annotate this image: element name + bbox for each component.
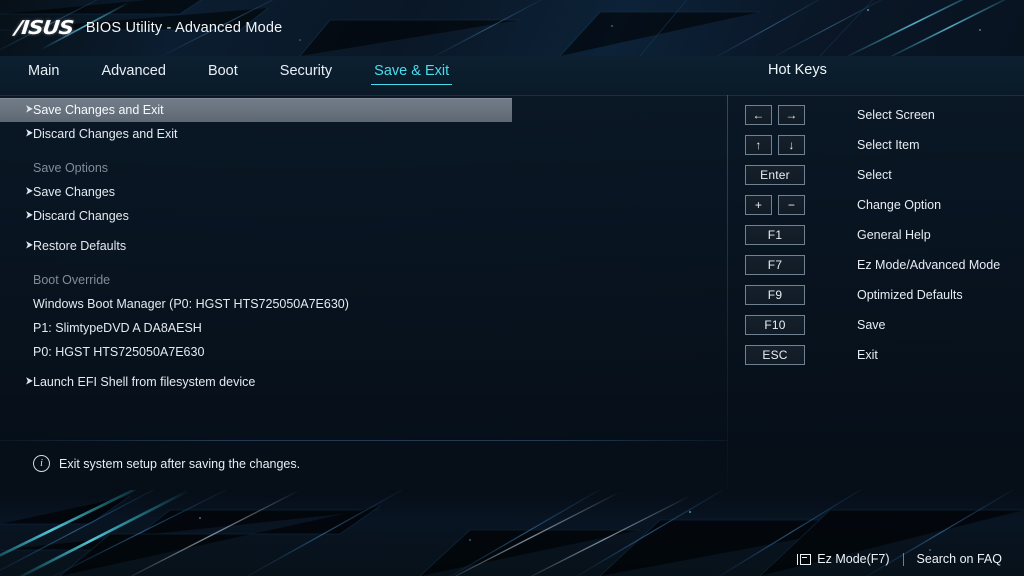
key-arrow-left[interactable]: ←	[745, 105, 772, 125]
hotkey-label: Ez Mode/Advanced Mode	[857, 258, 1001, 272]
key-arrow-right[interactable]: →	[778, 105, 805, 125]
hotkey-row-optimized-defaults: F9 Optimized Defaults	[745, 280, 1015, 310]
hotkey-label: Select Screen	[857, 108, 935, 122]
hotkey-keys: ↑ ↓	[745, 135, 829, 155]
hotkey-row-general-help: F1 General Help	[745, 220, 1015, 250]
menu-section-save-options: Save Options	[0, 156, 727, 180]
hotkey-keys: F9	[745, 285, 829, 305]
menu-item-label: Discard Changes and Exit	[33, 127, 178, 141]
hotkey-row-exit: ESC Exit	[745, 340, 1015, 370]
tab-save-and-exit[interactable]: Save & Exit	[353, 63, 470, 85]
key-esc[interactable]: ESC	[745, 345, 805, 365]
search-on-faq-label: Search on FAQ	[916, 552, 1002, 566]
hotkey-row-ez-mode: F7 Ez Mode/Advanced Mode	[745, 250, 1015, 280]
status-bar: i Exit system setup after saving the cha…	[33, 455, 300, 472]
horizontal-divider	[0, 440, 727, 441]
hotkey-keys: F7	[745, 255, 829, 275]
hotkey-keys: F1	[745, 225, 829, 245]
ez-mode-icon	[796, 553, 812, 565]
hotkey-row-save: F10 Save	[745, 310, 1015, 340]
key-minus[interactable]: −	[778, 195, 805, 215]
menu-item-discard-changes[interactable]: ➤ Discard Changes	[0, 204, 727, 228]
header: /ISUS BIOS Utility - Advanced Mode	[14, 17, 283, 39]
status-text: Exit system setup after saving the chang…	[59, 456, 301, 471]
tab-advanced[interactable]: Advanced	[80, 63, 187, 85]
hotkey-label: Exit	[857, 348, 878, 362]
chevron-right-icon: ➤	[25, 186, 33, 197]
menu-item-label: P1: SlimtypeDVD A DA8AESH	[33, 321, 202, 335]
asus-logo: /ISUS	[13, 17, 75, 39]
ez-mode-label: Ez Mode(F7)	[817, 552, 890, 566]
ez-mode-button[interactable]: Ez Mode(F7)	[796, 552, 890, 566]
menu-item-p1-slimtype-dvd[interactable]: P1: SlimtypeDVD A DA8AESH	[0, 316, 727, 340]
key-arrow-up[interactable]: ↑	[745, 135, 772, 155]
menu-item-label: Launch EFI Shell from filesystem device	[33, 375, 256, 389]
menu-item-p0-hgst-drive[interactable]: P0: HGST HTS725050A7E630	[0, 340, 727, 364]
hotkey-row-select-item: ↑ ↓ Select Item	[745, 130, 1015, 160]
info-icon: i	[33, 455, 50, 472]
vertical-divider	[727, 95, 728, 490]
key-f7[interactable]: F7	[745, 255, 805, 275]
tab-main[interactable]: Main	[28, 63, 80, 85]
menu-item-label: Windows Boot Manager (P0: HGST HTS725050…	[33, 297, 349, 311]
hotkey-label: Change Option	[857, 198, 942, 212]
tab-boot[interactable]: Boot	[187, 63, 259, 85]
hotkey-label: Select	[857, 168, 892, 182]
hotkey-keys: Enter	[745, 165, 829, 185]
hotkey-row-select: Enter Select	[745, 160, 1015, 190]
bios-screen: /ISUS BIOS Utility - Advanced Mode Main …	[0, 0, 1024, 576]
key-arrow-down[interactable]: ↓	[778, 135, 805, 155]
menu-item-launch-efi-shell[interactable]: ➤ Launch EFI Shell from filesystem devic…	[0, 370, 727, 394]
menu-item-windows-boot-manager[interactable]: Windows Boot Manager (P0: HGST HTS725050…	[0, 292, 727, 316]
menu-item-restore-defaults[interactable]: ➤ Restore Defaults	[0, 234, 727, 258]
tab-security[interactable]: Security	[259, 63, 353, 85]
chevron-right-icon: ➤	[25, 240, 33, 251]
footer-separator	[902, 552, 904, 566]
tab-bar: Main Advanced Boot Security Save & Exit	[28, 63, 470, 85]
page-title: BIOS Utility - Advanced Mode	[85, 20, 283, 36]
menu-item-label: Save Changes	[33, 185, 116, 199]
menu-section-label: Boot Override	[33, 273, 111, 287]
footer-actions: Ez Mode(F7) Search on FAQ	[796, 552, 1002, 566]
hotkey-row-select-screen: ← → Select Screen	[745, 100, 1015, 130]
menu-item-label: Restore Defaults	[33, 239, 127, 253]
hot-keys-panel: ← → Select Screen ↑ ↓ Select Item Enter …	[745, 100, 1015, 370]
hotkey-label: Select Item	[857, 138, 920, 152]
menu-item-save-changes-and-exit[interactable]: ➤ Save Changes and Exit	[0, 98, 512, 122]
chevron-right-icon: ➤	[25, 104, 33, 115]
chevron-right-icon: ➤	[25, 376, 33, 387]
key-f9[interactable]: F9	[745, 285, 805, 305]
menu-section-label: Save Options	[33, 161, 109, 175]
hotkey-keys: ← →	[745, 105, 829, 125]
menu-item-save-changes[interactable]: ➤ Save Changes	[0, 180, 727, 204]
menu-item-discard-changes-and-exit[interactable]: ➤ Discard Changes and Exit	[0, 122, 727, 146]
chevron-right-icon: ➤	[25, 128, 33, 139]
key-f10[interactable]: F10	[745, 315, 805, 335]
key-f1[interactable]: F1	[745, 225, 805, 245]
key-plus[interactable]: +	[745, 195, 772, 215]
chevron-right-icon: ➤	[25, 210, 33, 221]
hotkey-keys: F10	[745, 315, 829, 335]
menu-item-label: P0: HGST HTS725050A7E630	[33, 345, 205, 359]
hotkey-label: General Help	[857, 228, 931, 242]
hotkey-label: Optimized Defaults	[857, 288, 963, 302]
menu-section-boot-override: Boot Override	[0, 268, 727, 292]
hotkey-row-change-option: + − Change Option	[745, 190, 1015, 220]
menu-item-label: Save Changes and Exit	[33, 103, 164, 117]
key-enter[interactable]: Enter	[745, 165, 805, 185]
search-on-faq-button[interactable]: Search on FAQ	[917, 552, 1002, 566]
menu-item-label: Discard Changes	[33, 209, 129, 223]
hotkey-keys: + −	[745, 195, 829, 215]
settings-menu: ➤ Save Changes and Exit ➤ Discard Change…	[0, 98, 727, 394]
hotkey-label: Save	[857, 318, 886, 332]
hotkey-keys: ESC	[745, 345, 829, 365]
hot-keys-title: Hot Keys	[768, 62, 827, 78]
